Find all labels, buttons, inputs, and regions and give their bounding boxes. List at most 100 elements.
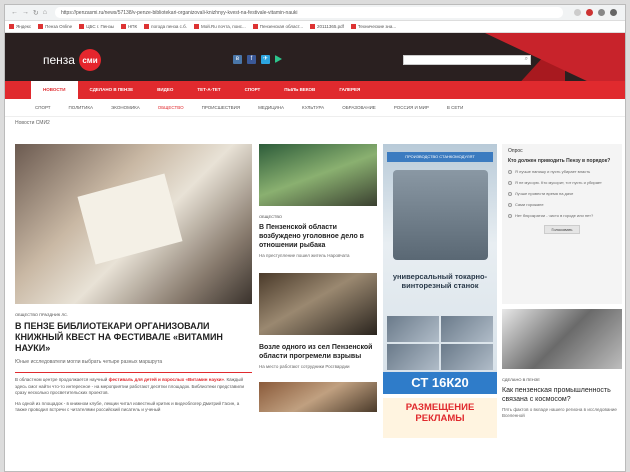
article-tag[interactable]: Сделано в Пензе [502, 377, 622, 382]
news-column: общество В Пензенской области возбуждено… [259, 144, 377, 412]
account-icon[interactable] [597, 9, 605, 16]
radio-icon[interactable] [508, 192, 512, 196]
festival-link[interactable]: фестиваль для детей и взрослых «Витамин … [109, 377, 224, 382]
sub-nav-item[interactable]: ПОЛИТИКА [69, 105, 93, 110]
sub-nav-item[interactable]: СПОРТ [35, 105, 51, 110]
news-sub: На преступление пошел житель Наровчата [259, 253, 350, 258]
extensions [571, 9, 619, 16]
menu-icon[interactable] [609, 9, 617, 16]
article-tags[interactable]: общество праздник лс. [15, 312, 252, 317]
poll-option[interactable]: Я не мусорю. Кто мусорит, тот пусть и уб… [508, 180, 616, 186]
breadcrumb[interactable]: Новости СМИ2 [5, 117, 625, 129]
sub-nav-item[interactable]: КУЛЬТУРА [302, 105, 324, 110]
article-body: В областном центре продолжается научный … [15, 377, 252, 397]
article-title[interactable]: Как пензенская промышленность связана с … [502, 386, 622, 404]
sub-nav: СПОРТ ПОЛИТИКА ЭКОНОМИКА ОБЩЕСТВО ПРОИСШЕСТВ… [5, 99, 625, 117]
address-bar[interactable]: https://penzasmi.ru/news/57138/v-penze-b… [55, 7, 563, 18]
body-text: В областном центре продолжается научный [15, 377, 109, 382]
main-nav-item[interactable]: ВИДЕО [145, 81, 185, 99]
search-input[interactable]: ⌕ [403, 55, 531, 65]
radio-icon[interactable] [508, 214, 512, 218]
ad-banner: ПРОИЗВОДСТВО СТАНКОМОДУЛЯТ [387, 152, 493, 162]
news-photo[interactable] [259, 144, 377, 206]
social-links: в f ✈ [233, 55, 282, 64]
sub-nav-item[interactable]: ОБРАЗОВАНИЕ [342, 105, 376, 110]
star-icon[interactable] [573, 9, 581, 16]
bookmark-item[interactable]: Мой.Ru почта, поис... [193, 24, 246, 30]
ad-column: ПРОИЗВОДСТВО СТАНКОМОДУЛЯТ универсальный… [383, 144, 497, 438]
article-sub: Пять фактов о вкладе нашего региона в ис… [502, 407, 617, 418]
photo-paper [77, 173, 183, 265]
bookmarks-bar: Яндекс Пенза Online ЦБС г. Пензы НПК погода … [5, 21, 625, 33]
main-nav-item[interactable]: ГАЛЕРЕЯ [327, 81, 372, 99]
main-nav: НОВОСТИ СДЕЛАНО В ПЕНЗЕ ВИДЕО ТЕТ-А-ТЕТ СПОР… [5, 81, 625, 99]
main-nav-item[interactable]: СПОРТ [233, 81, 273, 99]
radio-icon[interactable] [508, 181, 512, 185]
vk-icon[interactable]: в [233, 55, 242, 64]
lead-photo[interactable] [15, 144, 252, 304]
article-lead: Юные исследователи могли выбрать четыре … [15, 359, 163, 365]
browser-toolbar: ← → ↻ ⌂ https://penzasmi.ru/news/57138/v… [5, 5, 625, 21]
logo-badge: сми [78, 49, 101, 71]
radio-icon[interactable] [508, 170, 512, 174]
search-icon[interactable]: ⌕ [525, 56, 528, 63]
telegram-icon[interactable]: ✈ [261, 55, 270, 64]
radio-icon[interactable] [508, 203, 512, 207]
bookmark-item[interactable]: ЦБС г. Пензы [79, 24, 114, 30]
sub-nav-item[interactable]: РОССИЯ И МИР [394, 105, 429, 110]
news-title[interactable]: Возле одного из сел Пензенской области п… [259, 343, 377, 361]
site-header: пенза сми в f ✈ ⌕ НОВОСТИ СДЕЛАНО В ПЕНЗЕ… [5, 33, 625, 99]
home-icon[interactable]: ⌂ [43, 9, 47, 17]
extension-icon[interactable] [585, 9, 593, 16]
poll-widget: Опрос Кто должен приводить Пензу в поряд… [502, 144, 622, 304]
site-logo[interactable]: пенза сми [43, 49, 101, 71]
reload-icon[interactable]: ↻ [33, 9, 39, 17]
sub-nav-item[interactable]: ПРОИСШЕСТВИЯ [202, 105, 241, 110]
bookmark-item[interactable]: Пенза Online [38, 24, 72, 30]
bookmark-item[interactable]: Пензенская област... [252, 24, 303, 30]
bookmark-item[interactable]: 20111365.pdf [310, 24, 344, 30]
ad-model: СТ 16К20 [383, 372, 497, 394]
poll-option[interactable]: Нет бюрократии - чисто в городе или нет? [508, 213, 616, 219]
main-nav-item[interactable]: ПЫЛЬ ВЕКОВ [272, 81, 327, 99]
sub-nav-item[interactable]: В СЕТИ [447, 105, 464, 110]
forward-icon[interactable]: → [22, 9, 29, 17]
article-title[interactable]: В ПЕНЗЕ БИБЛИОТЕКАРИ ОРГАНИЗОВАЛИ КНИЖНЫ… [15, 321, 252, 354]
poll-option[interactable]: Лучше провести время на даче [508, 191, 616, 197]
bookmark-item[interactable]: НПК [121, 24, 137, 30]
main-nav-item[interactable]: ТЕТ-А-ТЕТ [185, 81, 232, 99]
article-body-2: На одной из площадок - в книжном клубе, … [15, 400, 240, 413]
divider [15, 372, 252, 373]
news-sub: На место работают сотрудники Росгвардии [259, 364, 350, 369]
lathe-image [393, 170, 488, 260]
news-photo[interactable] [259, 273, 377, 335]
bookmark-item[interactable]: Яндекс [9, 24, 31, 30]
poll-question: Кто должен приводить Пензу в порядок? [508, 158, 611, 164]
logo-text: пенза [43, 53, 75, 67]
poll-option[interactable]: Я лучше напишу и пусть убирает власть [508, 169, 616, 175]
right-column: Опрос Кто должен приводить Пензу в поряд… [502, 144, 622, 419]
news-title[interactable]: В Пензенской области возбуждено уголовно… [259, 223, 377, 250]
news-photo[interactable] [259, 382, 377, 412]
nav-buttons: ← → ↻ ⌂ [11, 9, 47, 17]
bookmark-item[interactable]: погода пенза с.б. [144, 24, 187, 30]
sub-nav-item[interactable]: ОБЩЕСТВО [158, 105, 184, 110]
url-text: https://penzasmi.ru/news/57138/v-penze-b… [61, 9, 298, 16]
news-tag[interactable]: общество [259, 214, 377, 219]
lathe-ad[interactable]: ПРОИЗВОДСТВО СТАНКОМОДУЛЯТ универсальный… [383, 144, 497, 394]
back-icon[interactable]: ← [11, 9, 18, 17]
play-icon[interactable] [275, 55, 282, 63]
sub-nav-item[interactable]: МЕДИЦИНА [258, 105, 284, 110]
ad-headline: универсальный токарно-винторезный станок [392, 272, 488, 290]
ad-placement[interactable]: РАЗМЕЩЕНИЕ РЕКЛАМЫ [383, 398, 497, 438]
vote-button[interactable]: Голосовать [544, 225, 580, 234]
ad-gallery [387, 316, 493, 370]
poll-option[interactable]: Сами горожане [508, 202, 616, 208]
sub-nav-item[interactable]: ЭКОНОМИКА [111, 105, 140, 110]
main-nav-item[interactable]: СДЕЛАНО В ПЕНЗЕ [78, 81, 146, 99]
main-nav-item[interactable]: НОВОСТИ [31, 81, 78, 99]
bookmark-item[interactable]: Технические зна... [350, 24, 396, 30]
lead-article: общество праздник лс. В ПЕНЗЕ БИБЛИОТЕКА… [15, 144, 252, 414]
facebook-icon[interactable]: f [247, 55, 256, 64]
article-photo[interactable] [502, 309, 622, 369]
